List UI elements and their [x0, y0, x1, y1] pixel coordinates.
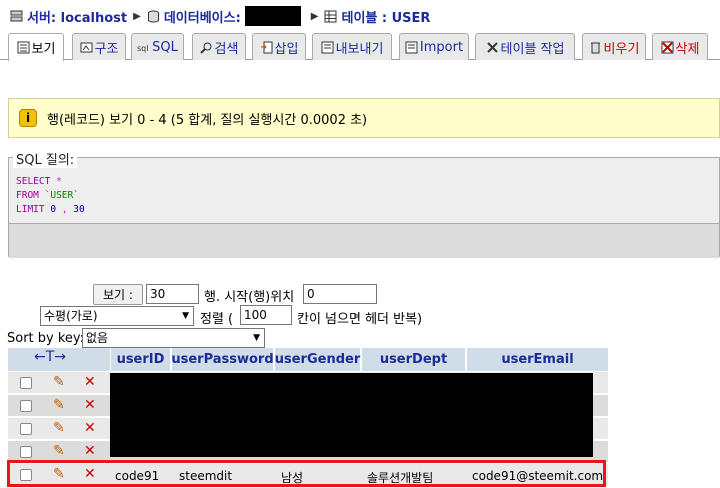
- tab-drop[interactable]: 삭제: [652, 33, 708, 60]
- query-notice: i 행(레코드) 보기 0 - 4 (5 합계, 질의 실행시간 0.0002 …: [8, 98, 720, 138]
- info-icon: i: [19, 109, 37, 127]
- sql-legend: SQL 질의:: [13, 149, 78, 168]
- tab-export[interactable]: 내보내기: [312, 33, 392, 60]
- column-header-userid[interactable]: userID: [110, 348, 170, 371]
- tab-label: 구조: [94, 41, 119, 57]
- row-checkbox[interactable]: [20, 377, 32, 389]
- row-checkbox[interactable]: [20, 469, 32, 481]
- edit-pencil-icon[interactable]: ✎: [53, 444, 65, 458]
- cell-usergender: 남성: [281, 471, 304, 485]
- sql-keyword: LIMIT: [16, 204, 45, 215]
- drop-icon: [661, 41, 674, 54]
- redacted-db-name: [244, 6, 301, 26]
- cell-userid: code91: [115, 469, 160, 483]
- edit-pencil-icon[interactable]: ✎: [53, 467, 65, 481]
- server-icon: [10, 10, 23, 21]
- sort-key-value: 없음: [86, 331, 109, 345]
- tab-search[interactable]: 검색: [192, 33, 246, 60]
- sql-query-box: SQL 질의: SELECT * FROM `USER` LIMIT 0 , 3…: [8, 149, 720, 258]
- tab-insert[interactable]: 삽입: [252, 33, 306, 60]
- repeat-headers-input[interactable]: 100: [240, 305, 292, 325]
- export-icon: [321, 41, 334, 54]
- column-header-userdept[interactable]: userDept: [361, 348, 465, 371]
- empty-icon: [589, 41, 602, 54]
- table-link[interactable]: 테이블 : USER: [341, 7, 430, 26]
- column-header-userpassword[interactable]: userPassword: [171, 348, 274, 371]
- operations-icon: [486, 41, 499, 54]
- sql-number: 0: [50, 204, 57, 215]
- rows-input[interactable]: 30: [146, 284, 199, 304]
- edit-pencil-icon[interactable]: ✎: [53, 398, 65, 412]
- column-header-usergender[interactable]: userGender: [274, 348, 360, 371]
- breadcrumb: 서버: localhost ▶ 데이터베이스: ▶ 테이블 : USER: [10, 6, 430, 26]
- insert-icon: [260, 41, 273, 54]
- cell-useremail: code91@steemit.com: [472, 469, 604, 483]
- sql-icon: sql: [137, 41, 150, 54]
- sort-by-key-label: Sort by key:: [7, 331, 85, 346]
- sql-table: `USER`: [44, 190, 79, 201]
- edit-pencil-icon[interactable]: ✎: [53, 421, 65, 435]
- start-label: 행. 시작(행)위치: [204, 290, 295, 305]
- tab-sql[interactable]: sql SQL: [131, 33, 184, 60]
- tab-label: 삭제: [675, 41, 700, 57]
- sql-symbol: *: [56, 176, 62, 187]
- delete-x-icon[interactable]: ✕: [84, 467, 96, 481]
- tab-label: Import: [419, 39, 464, 55]
- tab-import[interactable]: Import: [399, 33, 469, 60]
- start-input[interactable]: 0: [303, 284, 377, 304]
- sql-keyword: FROM: [16, 190, 39, 201]
- svg-text:sql: sql: [137, 44, 148, 53]
- cell-userdept: 솔루션개발팀: [367, 471, 434, 485]
- database-link[interactable]: 데이터베이스:: [164, 7, 241, 26]
- display-mode-value: 수평(가로): [44, 309, 98, 323]
- browse-icon: [17, 41, 30, 54]
- tab-label: 내보내기: [335, 41, 384, 57]
- column-resize-arrows-icon[interactable]: ←T→: [34, 349, 66, 365]
- delete-x-icon[interactable]: ✕: [84, 375, 96, 389]
- chevron-down-icon: ▼: [182, 311, 189, 321]
- tab-label: 검색: [214, 41, 239, 57]
- breadcrumb-arrow-icon: ▶: [133, 10, 141, 22]
- sql-number: 30: [73, 204, 85, 215]
- delete-x-icon[interactable]: ✕: [84, 398, 96, 412]
- tab-label: SQL: [152, 39, 178, 55]
- row-checkbox[interactable]: [20, 423, 32, 435]
- database-icon: [147, 10, 159, 22]
- notice-text: 행(레코드) 보기 0 - 4 (5 합계, 질의 실행시간 0.0002 초): [47, 112, 368, 128]
- delete-x-icon[interactable]: ✕: [84, 444, 96, 458]
- column-header-useremail[interactable]: userEmail: [466, 348, 608, 371]
- structure-icon: [80, 41, 93, 54]
- breadcrumb-arrow-icon: ▶: [310, 10, 319, 22]
- redacted-rows: [110, 373, 593, 457]
- sql-keyword: SELECT: [16, 176, 51, 187]
- tab-label: 테이블 작업: [500, 41, 565, 57]
- cell-userpassword: steemdit: [179, 469, 233, 483]
- edit-pencil-icon[interactable]: ✎: [53, 375, 65, 389]
- tab-bar: 보기 구조 sql SQL 검색 삽입 내보내기 Import 테이블 작업 비…: [0, 33, 720, 61]
- chevron-down-icon: ▼: [253, 333, 260, 343]
- row-checkbox[interactable]: [20, 446, 32, 458]
- tab-browse[interactable]: 보기: [8, 33, 64, 61]
- server-link[interactable]: 서버: localhost: [27, 7, 127, 26]
- import-icon: [405, 41, 418, 54]
- tab-empty[interactable]: 비우기: [582, 33, 646, 60]
- tab-label: 비우기: [603, 41, 640, 57]
- tab-structure[interactable]: 구조: [72, 33, 126, 60]
- sql-symbol: ,: [61, 204, 68, 215]
- sql-toolbar: [9, 223, 719, 258]
- repeat-headers-label: 칸이 넘으면 헤더 반복): [297, 312, 423, 327]
- search-icon: [199, 41, 213, 54]
- sort-by-key-select[interactable]: 없음 ▼: [82, 328, 265, 348]
- tab-label: 삽입: [274, 41, 299, 57]
- table-icon: [324, 10, 337, 22]
- tab-operations[interactable]: 테이블 작업: [475, 33, 575, 60]
- delete-x-icon[interactable]: ✕: [84, 421, 96, 435]
- show-button[interactable]: 보기 :: [93, 284, 143, 305]
- display-mode-select[interactable]: 수평(가로) ▼: [40, 306, 194, 326]
- sort-label: 정렬 (: [200, 312, 234, 327]
- sql-code: SELECT * FROM `USER` LIMIT 0 , 30: [16, 175, 85, 217]
- tab-label: 보기: [31, 42, 56, 57]
- row-checkbox[interactable]: [20, 400, 32, 412]
